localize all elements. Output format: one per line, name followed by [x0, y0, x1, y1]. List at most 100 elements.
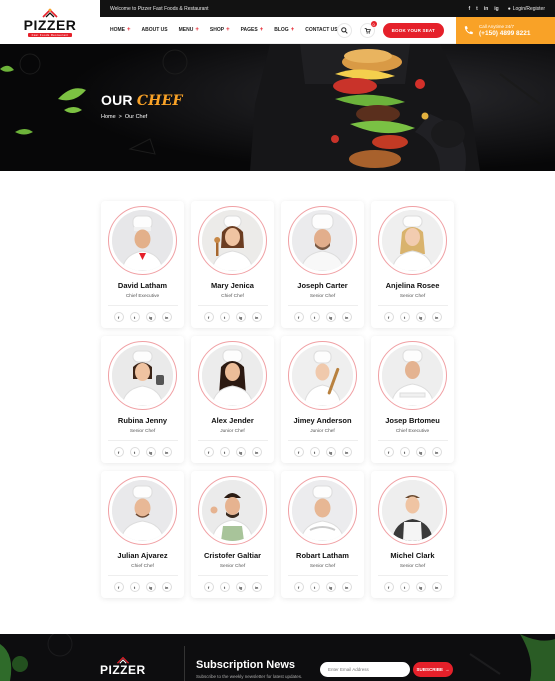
chef-photo[interactable]: [378, 341, 447, 410]
linkedin-icon[interactable]: in: [341, 582, 352, 592]
chef-photo[interactable]: [198, 341, 267, 410]
chef-name[interactable]: Robart Latham: [296, 551, 349, 560]
facebook-icon[interactable]: f: [293, 447, 304, 457]
chef-photo[interactable]: [108, 206, 177, 275]
instagram-icon[interactable]: ig: [415, 447, 426, 457]
chef-card[interactable]: Josep Brtomeu Chief Executive f t ig in: [371, 336, 454, 463]
email-input[interactable]: [320, 662, 410, 677]
facebook-icon[interactable]: f: [113, 312, 124, 322]
instagram-icon[interactable]: ig: [415, 312, 426, 322]
twitter-icon[interactable]: t: [399, 447, 410, 457]
facebook-icon[interactable]: f: [383, 447, 394, 457]
linkedin-icon[interactable]: in: [431, 582, 442, 592]
chef-card[interactable]: Julian Ajvarez Chief Chef f t ig in: [101, 471, 184, 598]
chef-name[interactable]: Mary Jenica: [211, 281, 254, 290]
nav-blog[interactable]: BLOG +: [274, 27, 294, 34]
linkedin-icon[interactable]: in: [251, 582, 262, 592]
chef-name[interactable]: Joseph Carter: [297, 281, 347, 290]
linkedin-icon[interactable]: in: [161, 312, 172, 322]
twitter-icon[interactable]: t: [219, 447, 230, 457]
nav-home[interactable]: HOME +: [110, 27, 131, 34]
twitter-icon[interactable]: t: [309, 312, 320, 322]
chef-card[interactable]: Mary Jenica Chief Chef f t ig in: [191, 201, 274, 328]
nav-about[interactable]: ABOUT US: [142, 27, 168, 33]
instagram-icon[interactable]: ig: [145, 582, 156, 592]
chef-card[interactable]: Cristofer Galtiar Senior Chef f t ig in: [191, 471, 274, 598]
instagram-icon[interactable]: ig: [145, 447, 156, 457]
facebook-icon[interactable]: f: [293, 312, 304, 322]
search-button[interactable]: [336, 23, 352, 38]
cart-button[interactable]: 0: [359, 21, 377, 38]
instagram-icon[interactable]: ig: [325, 447, 336, 457]
linkedin-icon[interactable]: in: [431, 447, 442, 457]
chef-photo[interactable]: [108, 476, 177, 545]
facebook-icon[interactable]: f: [293, 582, 304, 592]
nav-contact[interactable]: CONTACT US: [305, 27, 337, 33]
facebook-icon[interactable]: f: [203, 447, 214, 457]
twitter-icon[interactable]: t: [399, 582, 410, 592]
facebook-icon[interactable]: f: [203, 582, 214, 592]
twitter-icon[interactable]: t: [476, 6, 478, 12]
twitter-icon[interactable]: t: [129, 447, 140, 457]
linkedin-icon[interactable]: in: [161, 582, 172, 592]
chef-photo[interactable]: [288, 341, 357, 410]
instagram-icon[interactable]: ig: [235, 582, 246, 592]
linkedin-icon[interactable]: in: [251, 447, 262, 457]
facebook-icon[interactable]: f: [383, 312, 394, 322]
site-logo[interactable]: PIZZER Fast Foods Restaurant: [0, 0, 100, 44]
instagram-icon[interactable]: ig: [145, 312, 156, 322]
subscribe-button[interactable]: SUBSCRIBE →: [413, 662, 453, 677]
nav-menu[interactable]: MENU +: [179, 27, 199, 34]
chef-card[interactable]: Alex Jender Junior Chef f t ig in: [191, 336, 274, 463]
twitter-icon[interactable]: t: [129, 582, 140, 592]
instagram-icon[interactable]: ig: [415, 582, 426, 592]
chef-name[interactable]: Josep Brtomeu: [385, 416, 440, 425]
breadcrumb-home[interactable]: Home: [101, 114, 116, 120]
instagram-icon[interactable]: ig: [325, 582, 336, 592]
chef-photo[interactable]: [288, 206, 357, 275]
facebook-icon[interactable]: f: [113, 582, 124, 592]
chef-card[interactable]: Anjelina Rosee Senior Chef f t ig in: [371, 201, 454, 328]
chef-name[interactable]: Julian Ajvarez: [117, 551, 167, 560]
linkedin-icon[interactable]: in: [431, 312, 442, 322]
facebook-icon[interactable]: f: [203, 312, 214, 322]
linkedin-icon[interactable]: in: [161, 447, 172, 457]
chef-photo[interactable]: [198, 206, 267, 275]
chef-photo[interactable]: [378, 476, 447, 545]
chef-card[interactable]: Michel Clark Senior Chef f t ig in: [371, 471, 454, 598]
nav-pages[interactable]: PAGES +: [241, 27, 264, 34]
instagram-icon[interactable]: ig: [325, 312, 336, 322]
chef-name[interactable]: Cristofer Galtiar: [204, 551, 261, 560]
facebook-icon[interactable]: f: [468, 6, 470, 12]
facebook-icon[interactable]: f: [113, 447, 124, 457]
book-seat-button[interactable]: BOOK YOUR SEAT: [382, 23, 444, 38]
chef-name[interactable]: David Latham: [118, 281, 167, 290]
chef-name[interactable]: Jimey Anderson: [293, 416, 351, 425]
twitter-icon[interactable]: t: [129, 312, 140, 322]
nav-shop[interactable]: SHOP +: [210, 27, 230, 34]
call-box[interactable]: Call Anytime 24/7 (+150) 4899 8221: [456, 17, 555, 44]
login-register-link[interactable]: ● Login/Register: [508, 6, 545, 12]
twitter-icon[interactable]: t: [219, 582, 230, 592]
chef-name[interactable]: Anjelina Rosee: [386, 281, 440, 290]
chef-name[interactable]: Michel Clark: [390, 551, 434, 560]
chef-card[interactable]: Joseph Carter Senior Chef f t ig in: [281, 201, 364, 328]
twitter-icon[interactable]: t: [399, 312, 410, 322]
twitter-icon[interactable]: t: [309, 447, 320, 457]
instagram-icon[interactable]: ig: [235, 312, 246, 322]
linkedin-icon[interactable]: in: [341, 312, 352, 322]
twitter-icon[interactable]: t: [219, 312, 230, 322]
instagram-icon[interactable]: ig: [235, 447, 246, 457]
chef-card[interactable]: David Latham Chief Executive f t ig in: [101, 201, 184, 328]
chef-photo[interactable]: [378, 206, 447, 275]
chef-photo[interactable]: [288, 476, 357, 545]
chef-card[interactable]: Rubina Jenny Senior Chef f t ig in: [101, 336, 184, 463]
chef-name[interactable]: Rubina Jenny: [118, 416, 167, 425]
chef-card[interactable]: Robart Latham Senior Chef f t ig in: [281, 471, 364, 598]
chef-photo[interactable]: [198, 476, 267, 545]
linkedin-icon[interactable]: in: [251, 312, 262, 322]
instagram-icon[interactable]: ig: [494, 6, 498, 12]
chef-name[interactable]: Alex Jender: [211, 416, 254, 425]
linkedin-icon[interactable]: in: [341, 447, 352, 457]
chef-card[interactable]: Jimey Anderson Junior Chef f t ig in: [281, 336, 364, 463]
